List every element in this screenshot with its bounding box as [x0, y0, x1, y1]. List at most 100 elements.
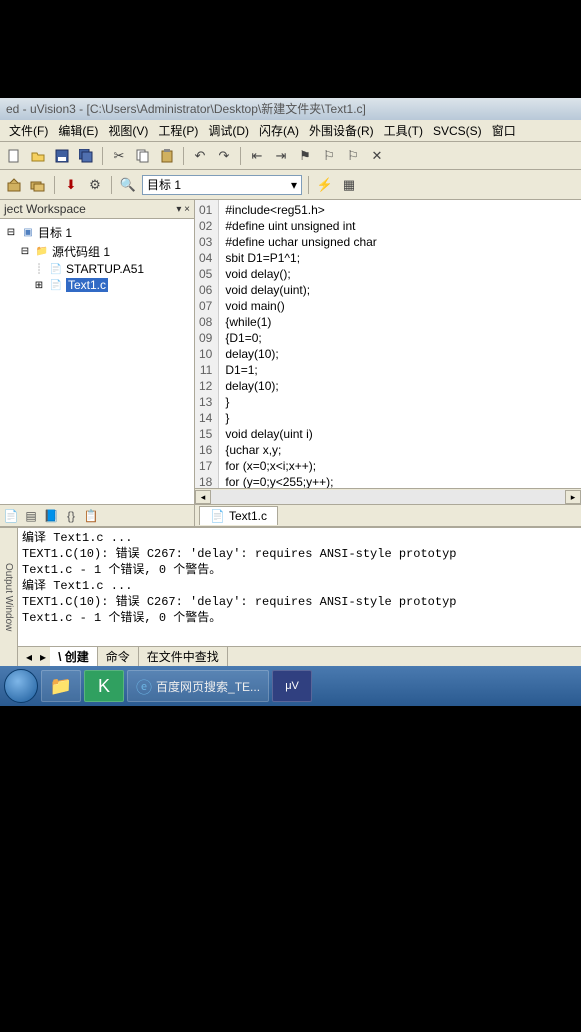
output-tab-build[interactable]: \ 创建: [50, 647, 98, 666]
menu-peripherals[interactable]: 外围设备(R): [304, 120, 379, 141]
flash-tool-icon[interactable]: ⚡: [315, 175, 335, 195]
indent-left-icon[interactable]: ⇤: [247, 146, 267, 166]
target-selector[interactable]: 目标 1 ▾: [142, 175, 302, 195]
config-icon[interactable]: ▦: [339, 175, 359, 195]
editor-horizontal-scrollbar[interactable]: ◂ ▸: [195, 488, 581, 504]
cut-icon[interactable]: ✂: [109, 146, 129, 166]
taskbar-app-icon[interactable]: K: [84, 670, 124, 702]
functions-tab-icon[interactable]: {}: [62, 507, 80, 525]
scroll-left-icon[interactable]: ◂: [195, 490, 211, 504]
file-icon: 📄: [210, 509, 225, 523]
undo-icon[interactable]: ↶: [190, 146, 210, 166]
menu-project[interactable]: 工程(P): [153, 120, 203, 141]
minus-box-icon[interactable]: ⊟: [18, 245, 32, 259]
toolbar2-sep-2: [111, 176, 112, 194]
bookmark-clear-icon[interactable]: ✕: [367, 146, 387, 166]
start-button-icon[interactable]: [4, 669, 38, 703]
copy-icon[interactable]: [133, 146, 153, 166]
line-number-gutter: 01020304050607080910111213141516171819: [195, 200, 219, 488]
toolbar2-sep: [54, 176, 55, 194]
output-tabs: ◂ ▸ \ 创建 命令 在文件中查找: [18, 646, 581, 666]
save-icon[interactable]: [52, 146, 72, 166]
tree-file-startup[interactable]: ┊ 📄 STARTUP.A51: [32, 261, 190, 277]
menu-flash[interactable]: 闪存(A): [254, 120, 304, 141]
folder-icon: 📁: [35, 245, 49, 259]
asm-file-icon: 📄: [49, 262, 63, 276]
project-tree[interactable]: ⊟ ▣ 目标 1 ⊟ 📁 源代码组 1 ┊ 📄 STARTUP.A51 ⊞ 📄 …: [0, 219, 194, 504]
menu-debug[interactable]: 调试(D): [203, 120, 254, 141]
window-title-bar: ed - uVision3 - [C:\Users\Administrator\…: [0, 98, 581, 120]
save-all-icon[interactable]: [76, 146, 96, 166]
minus-box-icon[interactable]: ⊟: [4, 226, 18, 240]
tree-group[interactable]: ⊟ 📁 源代码组 1: [18, 242, 190, 261]
output-window-label: Output Window: [0, 528, 18, 666]
build-target-icon[interactable]: [4, 175, 24, 195]
menu-edit[interactable]: 编辑(E): [53, 120, 103, 141]
menu-svcs[interactable]: SVCS(S): [428, 122, 487, 140]
tree-file-text1-label: Text1.c: [66, 278, 108, 292]
output-tab-nav-right-icon[interactable]: ▸: [36, 650, 50, 664]
open-file-icon[interactable]: [28, 146, 48, 166]
menu-window[interactable]: 窗口: [487, 120, 521, 141]
rebuild-icon[interactable]: [28, 175, 48, 195]
code-editor[interactable]: 01020304050607080910111213141516171819 #…: [195, 200, 581, 488]
bookmark-prev-icon[interactable]: ⚐: [343, 146, 363, 166]
scrollbar-track[interactable]: [211, 490, 565, 504]
main-area: ject Workspace ▾ × ⊟ ▣ 目标 1 ⊟ 📁 源代码组 1 ┊…: [0, 200, 581, 526]
toolbar-main: ✂ ↶ ↷ ⇤ ⇥ ⚑ ⚐ ⚐ ✕: [0, 142, 581, 170]
tree-file-startup-label: STARTUP.A51: [66, 262, 144, 276]
options-icon[interactable]: ⚙: [85, 175, 105, 195]
toolbar-sep: [102, 147, 103, 165]
tree-group-label: 源代码组 1: [52, 243, 110, 260]
code-content[interactable]: #include<reg51.h>#define uint unsigned i…: [219, 200, 382, 488]
taskbar-uvision-icon[interactable]: μV: [272, 670, 312, 702]
regs-tab-icon[interactable]: ▤: [22, 507, 40, 525]
tree-target-root[interactable]: ⊟ ▣ 目标 1: [4, 223, 190, 242]
ie-icon: ⓔ: [136, 674, 152, 698]
top-black-bar: [0, 0, 581, 98]
files-tab-icon[interactable]: 📄: [2, 507, 20, 525]
windows-taskbar: 📁 K ⓔ 百度网页搜索_TE... μV: [0, 666, 581, 706]
templates-tab-icon[interactable]: 📋: [82, 507, 100, 525]
c-file-icon: 📄: [49, 278, 63, 292]
menu-view[interactable]: 视图(V): [103, 120, 153, 141]
new-file-icon[interactable]: [4, 146, 24, 166]
menu-file[interactable]: 文件(F): [4, 120, 53, 141]
project-workspace-panel: ject Workspace ▾ × ⊟ ▣ 目标 1 ⊟ 📁 源代码组 1 ┊…: [0, 200, 195, 526]
editor-tab-text1[interactable]: 📄 Text1.c: [199, 506, 278, 525]
books-tab-icon[interactable]: 📘: [42, 507, 60, 525]
dotted-line-icon: ┊: [32, 262, 46, 276]
bookmark-icon[interactable]: ⚑: [295, 146, 315, 166]
output-tab-find[interactable]: 在文件中查找: [139, 647, 228, 666]
output-tab-nav-left-icon[interactable]: ◂: [22, 650, 36, 664]
find-icon[interactable]: 🔍: [118, 175, 138, 195]
target-selector-value: 目标 1: [147, 176, 181, 193]
menu-tools[interactable]: 工具(T): [379, 120, 428, 141]
bookmark-next-icon[interactable]: ⚐: [319, 146, 339, 166]
paste-icon[interactable]: [157, 146, 177, 166]
workspace-control-icons[interactable]: ▾ ×: [176, 204, 190, 215]
taskbar-browser-button[interactable]: ⓔ 百度网页搜索_TE...: [127, 670, 269, 702]
workspace-title: ject Workspace: [4, 202, 86, 216]
indent-right-icon[interactable]: ⇥: [271, 146, 291, 166]
workspace-bottom-tabs: 📄 ▤ 📘 {} 📋: [0, 504, 194, 526]
tree-file-text1[interactable]: ⊞ 📄 Text1.c: [32, 277, 190, 293]
taskbar-browser-label: 百度网页搜索_TE...: [156, 678, 260, 695]
window-title: ed - uVision3 - [C:\Users\Administrator\…: [6, 102, 366, 116]
editor-file-tabs: 📄 Text1.c: [195, 504, 581, 526]
tree-target-label: 目标 1: [38, 224, 72, 241]
toolbar-build: ⬇ ⚙ 🔍 目标 1 ▾ ⚡ ▦: [0, 170, 581, 200]
code-editor-panel: 01020304050607080910111213141516171819 #…: [195, 200, 581, 526]
scroll-right-icon[interactable]: ▸: [565, 490, 581, 504]
toolbar-sep-2: [183, 147, 184, 165]
output-tab-command[interactable]: 命令: [98, 647, 139, 666]
editor-tab-label: Text1.c: [229, 509, 267, 523]
menu-bar: 文件(F) 编辑(E) 视图(V) 工程(P) 调试(D) 闪存(A) 外围设备…: [0, 120, 581, 142]
download-icon[interactable]: ⬇: [61, 175, 81, 195]
taskbar-explorer-icon[interactable]: 📁: [41, 670, 81, 702]
target-icon: ▣: [21, 226, 35, 240]
build-output-text[interactable]: 编译 Text1.c ... TEXT1.C(10): 错误 C267: 'de…: [18, 528, 581, 646]
toolbar-sep-3: [240, 147, 241, 165]
redo-icon[interactable]: ↷: [214, 146, 234, 166]
plus-box-icon[interactable]: ⊞: [32, 278, 46, 292]
